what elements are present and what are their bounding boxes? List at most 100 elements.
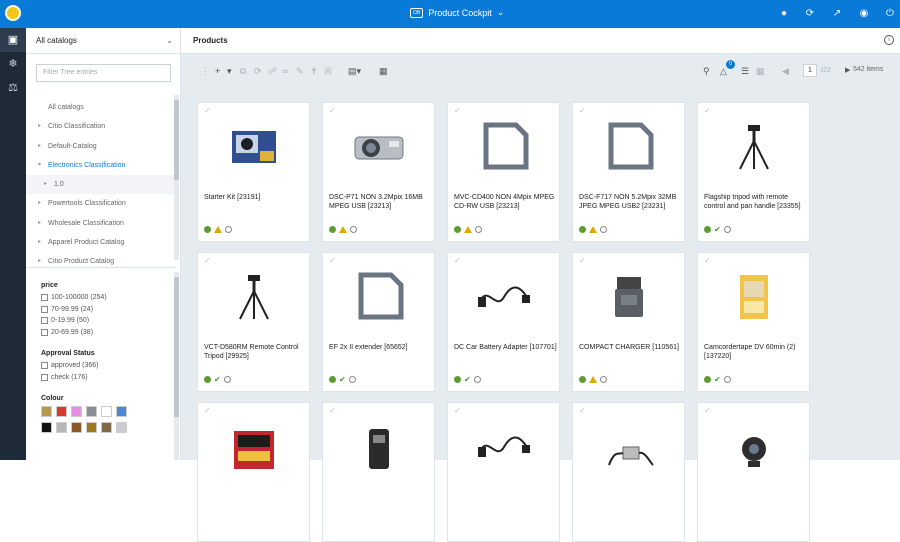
sync-icon[interactable]: ✝ (310, 65, 318, 77)
product-card[interactable]: ✓ Camcordertape DV 60min (2) [137220] ✔ (697, 252, 810, 392)
select-checkmark-icon[interactable]: ✓ (704, 406, 711, 415)
product-card[interactable]: ✓ (322, 402, 435, 542)
colour-swatch[interactable] (56, 406, 67, 417)
tree-node[interactable]: ▸ Citio Classification (26, 117, 176, 136)
product-card[interactable]: ✓ (197, 402, 310, 542)
product-card[interactable]: ✓ DSC-P71 NON 3.2Mpix 16MB MPEG USB [2321… (322, 102, 435, 242)
select-checkmark-icon[interactable]: ✓ (454, 106, 461, 115)
caret-right-icon[interactable]: ▸ (38, 233, 41, 252)
product-title[interactable]: DC Car Battery Adapter [107701] (454, 343, 558, 352)
product-card[interactable]: ✓ MVC-CD400 NON 4Mpix MPEG CD-RW USB [232… (447, 102, 560, 242)
info-icon[interactable]: i (884, 35, 894, 45)
select-checkmark-icon[interactable]: ✓ (579, 256, 586, 265)
checkbox[interactable] (41, 373, 48, 381)
tree-node[interactable]: ▸ Apparel Product Catalog (26, 233, 176, 252)
product-card[interactable]: ✓ VCT-D580RM Remote Control Tripod [29925… (197, 252, 310, 392)
select-checkmark-icon[interactable]: ✓ (454, 256, 461, 265)
facet-option[interactable]: check (176) (41, 372, 171, 384)
product-card[interactable]: ✓ DC Car Battery Adapter [107701] ✔ (447, 252, 560, 392)
select-checkmark-icon[interactable]: ✓ (454, 406, 461, 415)
select-checkmark-icon[interactable]: ✓ (704, 106, 711, 115)
select-checkmark-icon[interactable]: ✓ (329, 406, 336, 415)
notifications-icon[interactable]: ⟳ (804, 8, 816, 20)
power-icon[interactable]: ⏻ (884, 8, 896, 20)
help-icon[interactable]: ◉ (858, 8, 870, 20)
next-page-icon[interactable]: ▶ (845, 65, 850, 77)
checkbox[interactable] (41, 362, 48, 370)
product-title[interactable]: EF 2x II extender [65652] (329, 343, 433, 352)
tree-node[interactable]: ▸ Citio Product Catalog (26, 252, 176, 271)
add-icon[interactable]: + (215, 65, 220, 77)
tree-filter-input[interactable]: Filter Tree entries (36, 64, 171, 82)
product-title[interactable]: Camcordertape DV 60min (2) [137220] (704, 343, 808, 361)
product-card[interactable]: ✓ COMPACT CHARGER [110561] (572, 252, 685, 392)
select-checkmark-icon[interactable]: ✓ (579, 406, 586, 415)
facet-option[interactable]: 100-100000 (254) (41, 292, 171, 304)
balance-scale-icon[interactable]: ⚖ (0, 76, 26, 100)
grid-view-icon[interactable]: ▦ (756, 65, 765, 77)
product-title[interactable]: COMPACT CHARGER [110561] (579, 343, 683, 352)
checkbox[interactable] (41, 294, 48, 302)
select-checkmark-icon[interactable]: ✓ (329, 256, 336, 265)
product-card[interactable]: ✓ (447, 402, 560, 542)
tree-node[interactable]: ▸ Default-Catalog (26, 137, 176, 156)
checkbox[interactable] (41, 328, 48, 336)
caret-right-icon[interactable]: ▸ (38, 117, 41, 136)
export-icon[interactable]: ▤▾ (348, 65, 361, 77)
search-icon[interactable]: ⚲ (703, 65, 710, 77)
tree-node[interactable]: ▾ Electronics Classification (26, 156, 176, 175)
colour-swatch[interactable] (41, 406, 52, 417)
product-title[interactable]: VCT-D580RM Remote Control Tripod [29925] (204, 343, 308, 361)
cube-icon[interactable]: ▣ (0, 28, 26, 52)
colour-swatch[interactable] (116, 406, 127, 417)
caret-right-icon[interactable]: ▸ (38, 252, 41, 271)
app-logo-icon[interactable] (5, 5, 21, 21)
facet-scrollbar-thumb[interactable] (174, 277, 179, 417)
select-checkmark-icon[interactable]: ✓ (204, 106, 211, 115)
select-checkmark-icon[interactable]: ✓ (204, 256, 211, 265)
product-card[interactable]: ✓ Flagship tripod with remote control and… (697, 102, 810, 242)
colour-swatch[interactable] (71, 422, 82, 433)
colour-swatch[interactable] (116, 422, 127, 433)
product-title[interactable]: Starter Kit [23191] (204, 193, 308, 202)
select-checkmark-icon[interactable]: ✓ (704, 256, 711, 265)
facet-scrollbar[interactable] (174, 272, 179, 460)
colour-swatch[interactable] (86, 406, 97, 417)
catalog-selector[interactable]: All catalogs ⌄ (26, 28, 181, 54)
select-checkmark-icon[interactable]: ✓ (579, 106, 586, 115)
select-checkmark-icon[interactable]: ✓ (204, 406, 211, 415)
add-dropdown-icon[interactable]: ▾ (227, 65, 232, 77)
product-card[interactable]: ✓ (572, 402, 685, 542)
checkbox[interactable] (41, 317, 48, 325)
snowflake-icon[interactable]: ❄ (0, 52, 26, 76)
facet-option[interactable]: 20-69.99 (38) (41, 327, 171, 339)
tree-node[interactable]: ▸ Powertools Classification (26, 194, 176, 213)
select-checkmark-icon[interactable]: ✓ (329, 106, 336, 115)
list-view-icon[interactable]: ☰ (741, 65, 749, 77)
prev-page-icon[interactable]: ◀ (782, 65, 789, 77)
tree-scrollbar-thumb[interactable] (174, 100, 179, 180)
tree-node[interactable]: ▸ Wholesale Classification (26, 214, 176, 233)
caret-right-icon[interactable]: ▸ (38, 137, 41, 156)
copy-icon[interactable]: ⧉ (240, 65, 246, 77)
product-title[interactable]: DSC-P71 NON 3.2Mpix 16MB MPEG USB [23213… (329, 193, 433, 211)
report-icon[interactable]: ▦ (379, 65, 388, 77)
product-card[interactable]: ✓ (697, 402, 810, 542)
facet-option[interactable]: 0-19.99 (50) (41, 315, 171, 327)
colour-swatch[interactable] (86, 422, 97, 433)
edit-icon[interactable]: ✎ (296, 65, 304, 77)
tree-scrollbar[interactable] (174, 95, 179, 260)
drag-handle-icon[interactable]: ⋮ (201, 65, 210, 77)
external-link-icon[interactable]: ↗ (831, 8, 843, 20)
user-icon[interactable]: ● (778, 8, 790, 20)
product-card[interactable]: ✓ DSC-F717 NON 5.2Mpix 32MB JPEG MPEG USB… (572, 102, 685, 242)
colour-swatch[interactable] (41, 422, 52, 433)
tree-node[interactable]: All catalogs (26, 98, 176, 117)
delete-icon[interactable]: ☒ (324, 65, 332, 77)
link-icon[interactable]: ∞ (282, 65, 288, 77)
checkbox[interactable] (41, 305, 48, 313)
colour-swatch[interactable] (56, 422, 67, 433)
product-card[interactable]: ✓ EF 2x II extender [65652] ✔ (322, 252, 435, 392)
page-number-input[interactable]: 1 (803, 64, 817, 77)
attach-icon[interactable]: ☍ (268, 65, 277, 77)
